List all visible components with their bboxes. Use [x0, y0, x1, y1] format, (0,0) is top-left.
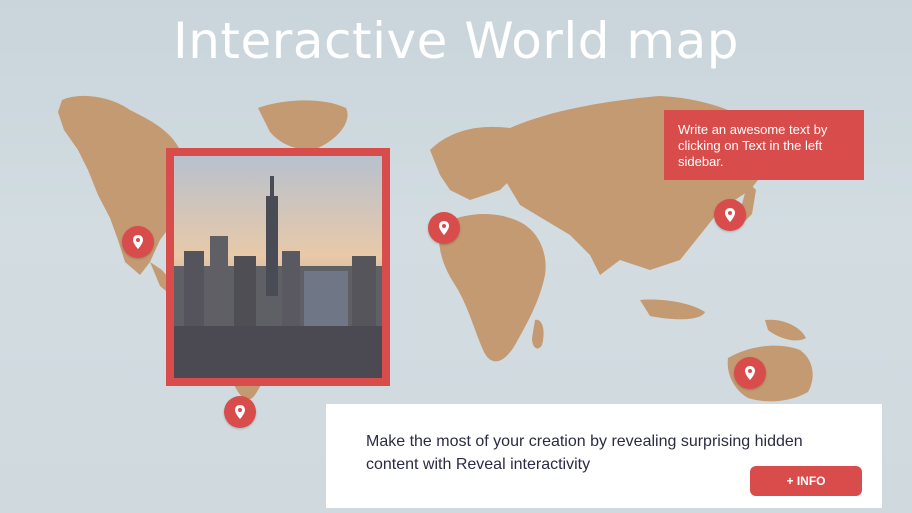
- info-card: Make the most of your creation by reveal…: [326, 404, 882, 508]
- location-pin-icon: [235, 405, 245, 419]
- info-button[interactable]: + INFO: [750, 466, 862, 496]
- location-pin-icon: [725, 208, 735, 222]
- page-title: Interactive World map: [173, 12, 739, 70]
- greenland-landmass: [258, 100, 348, 150]
- africa-pin[interactable]: [428, 212, 460, 244]
- new-guinea-landmass: [765, 319, 806, 341]
- southeast-asia-islands: [640, 299, 705, 320]
- city-photo: [174, 156, 382, 378]
- city-photo-frame[interactable]: [166, 148, 390, 386]
- east-asia-pin[interactable]: [714, 199, 746, 231]
- location-pin-icon: [745, 366, 755, 380]
- location-pin-icon: [439, 221, 449, 235]
- north-america-pin[interactable]: [122, 226, 154, 258]
- madagascar-landmass: [532, 319, 544, 349]
- location-pin-icon: [133, 235, 143, 249]
- map-canvas: Interactive World map Write an awesome t…: [0, 0, 912, 513]
- australia-pin[interactable]: [734, 357, 766, 389]
- text-callout[interactable]: Write an awesome text by clicking on Tex…: [664, 110, 864, 180]
- south-america-pin[interactable]: [224, 396, 256, 428]
- skyline-illustration: [174, 156, 382, 378]
